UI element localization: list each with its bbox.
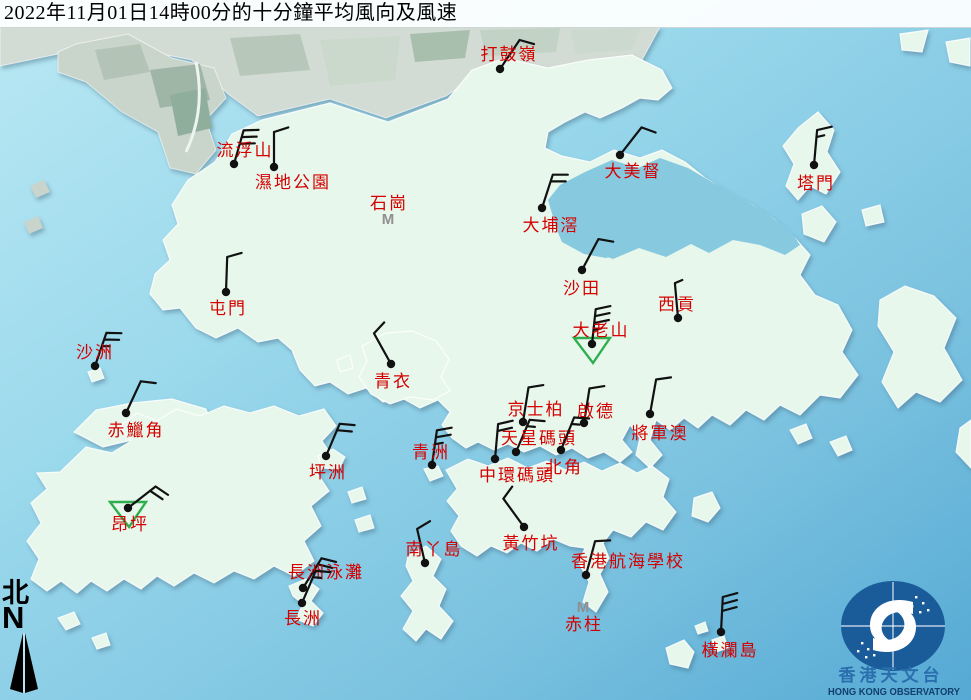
- station-dot: [588, 340, 596, 348]
- station-dot: [322, 452, 330, 460]
- station-dot: [230, 160, 238, 168]
- station-dot: [428, 461, 436, 469]
- station-label: 赤柱: [565, 615, 603, 634]
- station-label: 大老山: [573, 321, 630, 340]
- station-label: 黃竹坑: [503, 534, 560, 553]
- hko-logo-english: HONG KONG OBSERVATORY: [828, 686, 960, 698]
- north-arrow-icon: [2, 631, 42, 695]
- station-label: 青衣: [374, 372, 412, 391]
- station-dot: [387, 360, 395, 368]
- station-dot: [646, 410, 654, 418]
- station-dot: [222, 288, 230, 296]
- station-dot: [91, 362, 99, 370]
- station-dot: [717, 628, 725, 636]
- station-label: 大美督: [605, 162, 662, 181]
- station-label: 南丫島: [406, 540, 463, 559]
- station-label: 赤鱲角: [108, 421, 165, 440]
- hong-kong-map: 打鼓嶺流浮山濕地公園M石崗大美督塔門大埔滘沙田屯門西貢沙洲大老山青衣赤鱲角京士柏…: [0, 0, 971, 700]
- station-label: 沙田: [563, 279, 601, 298]
- station-label: 濕地公園: [255, 173, 331, 192]
- station-label: 青洲: [412, 443, 450, 462]
- station-label: 坪洲: [309, 463, 347, 482]
- station-label: 將軍澳: [632, 424, 689, 443]
- station-dot: [578, 266, 586, 274]
- hko-logo: 香港天文台 HONG KONG OBSERVATORY: [827, 580, 967, 700]
- station-dot: [124, 504, 132, 512]
- station-dot: [557, 446, 565, 454]
- station-label: 大埔滘: [523, 216, 580, 235]
- station-label: 北角: [545, 458, 583, 477]
- missing-data-marker: M: [382, 211, 395, 228]
- station-dot: [519, 418, 527, 426]
- compass: 北 N: [2, 580, 48, 700]
- station-label: 沙洲: [76, 343, 114, 362]
- station-dot: [520, 523, 528, 531]
- station-dot: [496, 65, 504, 73]
- title-bar: 2022年11月01日14時00分的十分鐘平均風向及風速: [0, 0, 971, 28]
- station-dot: [616, 151, 624, 159]
- station-label: 香港航海學校: [571, 552, 685, 571]
- station-label: 屯門: [209, 299, 247, 318]
- compass-north-letter: N: [2, 604, 48, 631]
- station-dot: [122, 409, 130, 417]
- station-dot: [512, 448, 520, 456]
- wind-map: 打鼓嶺流浮山濕地公園M石崗大美督塔門大埔滘沙田屯門西貢沙洲大老山青衣赤鱲角京士柏…: [0, 0, 971, 700]
- map-title: 2022年11月01日14時00分的十分鐘平均風向及風速: [0, 0, 971, 27]
- station-dot: [582, 571, 590, 579]
- station-label: 長洲: [284, 609, 322, 628]
- station-label: 中環碼頭: [479, 466, 555, 485]
- station-label: 石崗: [370, 194, 408, 213]
- station-label: 塔門: [797, 174, 835, 193]
- station-label: 京士柏: [508, 400, 565, 419]
- station-label: 橫瀾島: [702, 641, 759, 660]
- station-dot: [810, 161, 818, 169]
- station-dot: [538, 204, 546, 212]
- station-dot: [298, 599, 306, 607]
- station-dot: [491, 455, 499, 463]
- station-label: 昂坪: [111, 515, 149, 534]
- missing-data-marker: M: [577, 599, 590, 616]
- station-dot: [421, 559, 429, 567]
- station-dot: [674, 314, 682, 322]
- station-dot: [270, 163, 278, 171]
- station-label: 打鼓嶺: [481, 45, 538, 64]
- station-label: 西貢: [658, 295, 696, 314]
- station-label: 流浮山: [217, 141, 274, 160]
- hko-logo-chinese: 香港天文台: [839, 665, 944, 685]
